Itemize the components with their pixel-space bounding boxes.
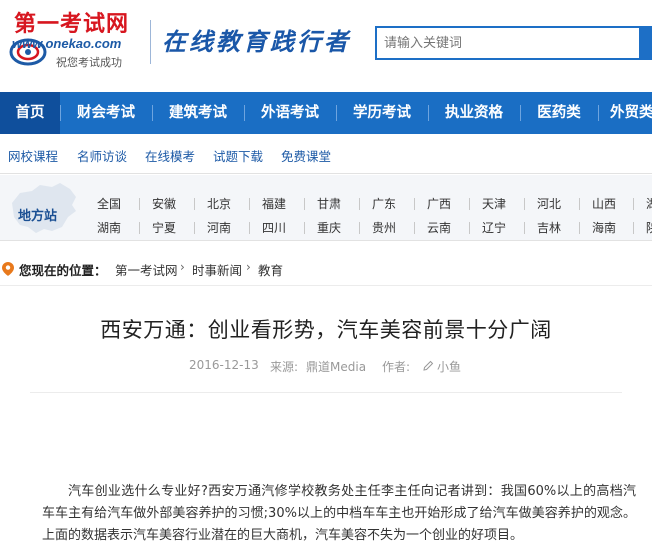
article-source: 鼎道Media: [306, 360, 367, 374]
site-header: 第一考试网 www.onekao.com 祝您考试成功 在线教育践行者: [0, 0, 652, 92]
region-link[interactable]: 福建: [262, 195, 286, 212]
search-button[interactable]: [641, 26, 652, 60]
region-separator: [359, 222, 360, 234]
region-link[interactable]: 山西: [592, 195, 616, 212]
region-separator: [633, 222, 634, 234]
region-separator: [469, 198, 470, 210]
nav-item-construction[interactable]: 建筑考试: [152, 92, 244, 134]
region-link[interactable]: 湖: [646, 195, 652, 212]
nav-item-qualification[interactable]: 执业资格: [428, 92, 520, 134]
logo-title: 第一考试网: [14, 11, 130, 37]
region-separator: [304, 198, 305, 210]
subnav-item-interviews[interactable]: 名师访谈: [77, 146, 127, 165]
breadcrumb-label: 您现在的位置：: [19, 263, 107, 278]
region-separator: [139, 198, 140, 210]
breadcrumb-separator: ›: [246, 260, 251, 274]
region-link[interactable]: 甘肃: [317, 195, 341, 212]
nav-item-finance[interactable]: 财会考试: [60, 92, 152, 134]
region-separator: [139, 222, 140, 234]
sub-nav: 网校课程 名师访谈 在线模考 试题下载 免费课堂: [0, 134, 652, 174]
region-separator: [249, 198, 250, 210]
region-link[interactable]: 吉林: [537, 219, 561, 236]
subnav-item-downloads[interactable]: 试题下载: [213, 146, 263, 165]
region-link[interactable]: 天津: [482, 195, 506, 212]
subnav-item-free-class[interactable]: 免费课堂: [281, 146, 331, 165]
pencil-icon: [423, 360, 434, 371]
region-link[interactable]: 辽宁: [482, 219, 506, 236]
site-tagline: 在线教育践行者: [162, 27, 351, 56]
region-link[interactable]: 重庆: [317, 219, 341, 236]
nav-item-degree[interactable]: 学历考试: [336, 92, 428, 134]
article-date: 2016-12-13: [189, 358, 259, 372]
nav-item-home[interactable]: 首页: [0, 92, 60, 134]
location-pin-icon: [2, 262, 14, 276]
region-panel: 地方站 全国 安徽 北京 福建 甘肃 广东 广西 天津 河北 山西 湖湖南 宁夏 河南 四川 重庆 贵州 云南 辽…: [0, 175, 652, 241]
breadcrumb-news[interactable]: 时事新闻: [192, 260, 242, 279]
breadcrumb-education[interactable]: 教育: [258, 260, 283, 279]
search-input[interactable]: [377, 28, 639, 58]
region-separator: [249, 222, 250, 234]
breadcrumb-home[interactable]: 第一考试网: [115, 260, 178, 279]
main-nav: 首页 财会考试 建筑考试 外语考试 学历考试 执业资格 医药类 外贸类: [0, 92, 652, 134]
region-link[interactable]: 湖南: [97, 219, 121, 236]
region-separator: [304, 222, 305, 234]
region-separator: [194, 222, 195, 234]
region-separator: [194, 198, 195, 210]
region-title: 地方站: [18, 209, 58, 224]
region-link[interactable]: 云南: [427, 219, 451, 236]
region-link[interactable]: 宁夏: [152, 219, 176, 236]
region-separator: [469, 222, 470, 234]
nav-item-medicine[interactable]: 医药类: [520, 92, 598, 134]
region-separator: [633, 198, 634, 210]
region-link[interactable]: 广东: [372, 195, 396, 212]
logo-url: www.onekao.com: [12, 36, 122, 51]
region-link[interactable]: 贵州: [372, 219, 396, 236]
article-title: 西安万通：创业看形势，汽车美容前景十分广阔: [100, 318, 552, 342]
region-separator: [579, 222, 580, 234]
region-separator: [524, 198, 525, 210]
region-link[interactable]: 河北: [537, 195, 561, 212]
subnav-item-mock-exam[interactable]: 在线模考: [145, 146, 195, 165]
article-divider: [30, 392, 622, 393]
region-link[interactable]: 河南: [207, 219, 231, 236]
region-link[interactable]: 全国: [97, 195, 121, 212]
region-separator: [524, 222, 525, 234]
site-logo[interactable]: 第一考试网 www.onekao.com 祝您考试成功: [8, 6, 143, 76]
article-source-label: 来源:: [270, 360, 299, 374]
header-divider: [150, 20, 151, 64]
article-paragraph: 汽车创业选什么专业好?西安万通汽修学校教务处主任李主任向记者讲到：我国60%以上…: [42, 484, 636, 543]
region-link[interactable]: 安徽: [152, 195, 176, 212]
nav-item-trade[interactable]: 外贸类: [598, 92, 652, 134]
region-separator: [579, 198, 580, 210]
search-box: [375, 26, 641, 60]
region-separator: [414, 198, 415, 210]
region-separator: [414, 222, 415, 234]
region-link[interactable]: 四川: [262, 219, 286, 236]
region-link[interactable]: 北京: [207, 195, 231, 212]
region-separator: [359, 198, 360, 210]
logo-slogan: 祝您考试成功: [56, 56, 122, 69]
region-link[interactable]: 海南: [592, 219, 616, 236]
region-link[interactable]: 陕: [646, 219, 652, 236]
nav-item-language[interactable]: 外语考试: [244, 92, 336, 134]
article-author: 小鱼: [437, 360, 462, 374]
region-link[interactable]: 广西: [427, 195, 451, 212]
subnav-item-courses[interactable]: 网校课程: [8, 146, 58, 165]
breadcrumb: 您现在的位置： 第一考试网 › 时事新闻 › 教育: [0, 250, 652, 286]
breadcrumb-separator: ›: [180, 260, 185, 274]
article-author-label: 作者:: [382, 360, 411, 374]
